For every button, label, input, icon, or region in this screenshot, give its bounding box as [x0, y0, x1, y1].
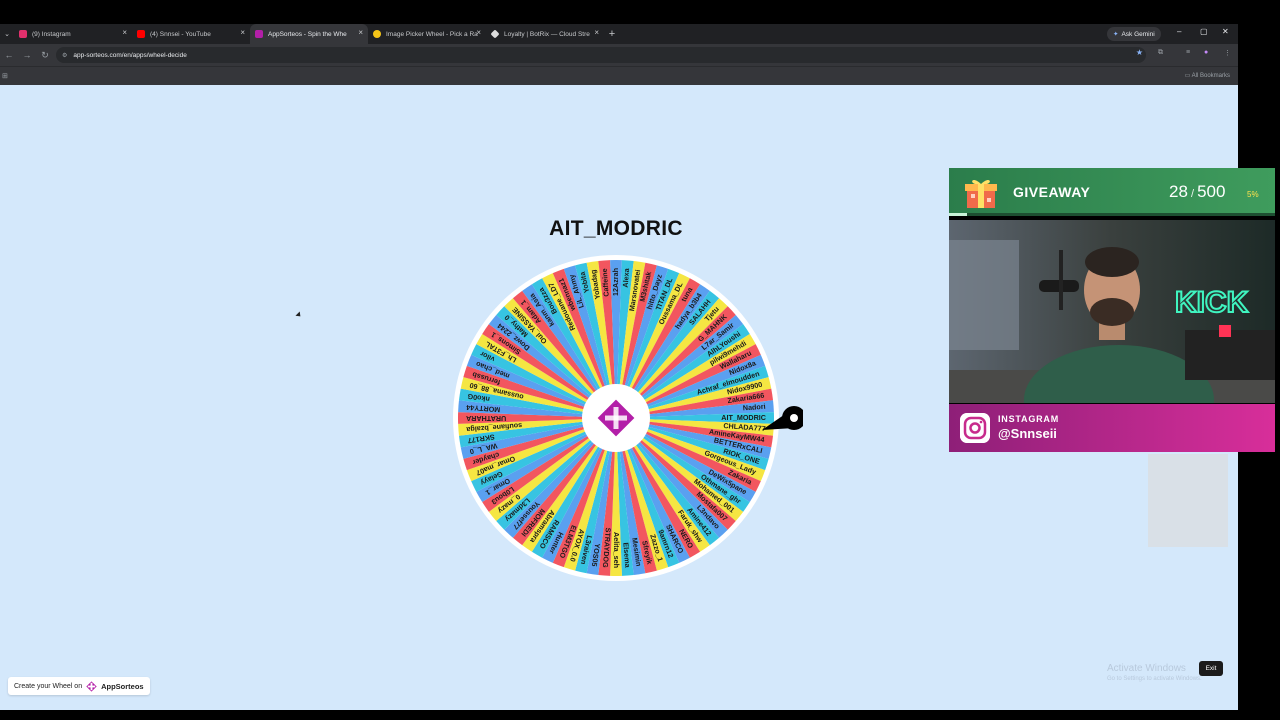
kick-neon-sign: KICK [1175, 286, 1249, 319]
mouse-cursor-icon [295, 311, 303, 319]
create-wheel-text: Create your Wheel on [14, 682, 83, 690]
tab-botrix[interactable]: Loyalty | BotRix — Cloud Stre × [486, 24, 604, 44]
url-text: app-sorteos.com/en/apps/wheel-decide [73, 51, 187, 59]
giveaway-overlay: GIVEAWAY 28 / 500 5% KICK INSTAGRAM @Snn… [949, 168, 1275, 452]
giveaway-progress-fill [949, 213, 968, 216]
instagram-icon [960, 413, 990, 443]
screen: ⌄ (9) Instagram × (4) Snnsei - YouTube ×… [0, 0, 1280, 720]
image-picker-favicon-icon [373, 30, 381, 38]
wheel-entry-label: Nadori [742, 402, 765, 413]
spin-wheel[interactable]: MesiminElsemaAelita_sehSTRAYDOGYOS05L3ra… [453, 255, 803, 585]
instagram-label: INSTAGRAM [998, 414, 1060, 424]
close-window-icon[interactable]: ✕ [1222, 27, 1229, 36]
create-wheel-badge[interactable]: Create your Wheel on AppSorteos [8, 677, 150, 695]
tab-label: AppSorteos - Spin the Whe [268, 30, 347, 38]
instagram-handle: @Snnseii [998, 426, 1057, 441]
tab-close-icon[interactable]: × [240, 28, 245, 37]
tab-close-icon[interactable]: × [122, 28, 127, 37]
all-bookmarks-label: All Bookmarks [1191, 73, 1230, 79]
extensions-icon[interactable]: ⧉ [1158, 49, 1163, 57]
exit-button[interactable]: Exit [1199, 661, 1223, 676]
giveaway-count: 28 / 500 [1169, 182, 1225, 202]
apps-grid-icon[interactable]: ⊞ [2, 72, 8, 80]
forward-icon[interactable]: → [18, 50, 36, 60]
profile-icon[interactable]: ● [1204, 49, 1208, 56]
appsorteos-brand: AppSorteos [101, 681, 144, 691]
tab-label: Loyalty | BotRix — Cloud Stre [504, 30, 590, 38]
address-bar[interactable]: ⚙ app-sorteos.com/en/apps/wheel-decide [56, 47, 1146, 63]
new-tab-button[interactable]: + [604, 28, 620, 40]
bookmarks-bar: ⊞ ▭ All Bookmarks [0, 66, 1238, 85]
instagram-favicon-icon [19, 30, 27, 38]
appsorteos-favicon-icon [255, 30, 263, 38]
reload-icon[interactable]: ↻ [36, 50, 54, 61]
tab-appsorteos[interactable]: AppSorteos - Spin the Whe × [250, 24, 368, 44]
giveaway-separator: / [1187, 188, 1198, 200]
all-bookmarks-folder[interactable]: ▭ All Bookmarks [1185, 72, 1230, 79]
maximize-icon[interactable]: ▢ [1200, 27, 1208, 36]
giveaway-percent: 5% [1247, 190, 1259, 199]
browser-toolbar: ← → ↻ ⚙ app-sorteos.com/en/apps/wheel-de… [0, 44, 1238, 66]
menu-icon[interactable]: ⋮ [1224, 49, 1231, 57]
giveaway-current: 28 [1169, 182, 1188, 201]
webcam-feed: KICK [949, 220, 1275, 403]
site-info-icon[interactable]: ⚙ [62, 52, 67, 59]
tab-instagram[interactable]: (9) Instagram × [14, 24, 132, 44]
overlay-placeholder [1148, 454, 1228, 547]
wheel-entry-label: Alexa [621, 267, 631, 288]
wheel-logo-cross [605, 415, 627, 421]
appsorteos-logo-icon [86, 680, 97, 692]
tab-close-icon[interactable]: × [476, 28, 481, 37]
tab-label: Image Picker Wheel - Pick a Ra [386, 30, 478, 38]
gemini-sparkle-icon: ✦ [1113, 31, 1119, 38]
tab-close-icon[interactable]: × [594, 28, 599, 37]
ask-gemini-button[interactable]: ✦ Ask Gemini [1107, 27, 1161, 41]
wheel-entry-label: Aelita_seh [612, 532, 621, 568]
giveaway-progress-bar [949, 213, 1275, 216]
instagram-bar: INSTAGRAM @Snnseii [949, 404, 1275, 452]
wheel-entry-label: 12Azrah [611, 268, 620, 296]
tab-image-picker[interactable]: Image Picker Wheel - Pick a Ra × [368, 24, 486, 44]
ask-gemini-label: Ask Gemini [1121, 30, 1155, 38]
botrix-favicon-icon [490, 29, 500, 39]
giveaway-total: 500 [1197, 182, 1226, 201]
activate-windows-title: Activate Windows [1107, 663, 1186, 674]
tab-label: (4) Snnsei - YouTube [150, 30, 211, 38]
activate-windows-subtitle: Go to Settings to activate Windows. [1107, 676, 1202, 682]
media-icon[interactable]: ≡ [1186, 49, 1190, 56]
giveaway-header: GIVEAWAY 28 / 500 5% [949, 168, 1275, 216]
youtube-favicon-icon [137, 30, 145, 38]
tab-bar: ⌄ (9) Instagram × (4) Snnsei - YouTube ×… [0, 24, 1238, 44]
minimize-icon[interactable]: – [1177, 27, 1181, 36]
bookmark-star-icon[interactable]: ★ [1136, 48, 1143, 57]
tab-close-icon[interactable]: × [358, 28, 363, 37]
wheel-entry-label: URATHARA [466, 414, 506, 423]
giveaway-title: GIVEAWAY [1013, 184, 1091, 200]
back-icon[interactable]: ← [0, 50, 18, 60]
wheel-pointer-dot [790, 414, 798, 422]
gift-icon [965, 179, 997, 208]
browser-chrome: ⌄ (9) Instagram × (4) Snnsei - YouTube ×… [0, 24, 1238, 85]
tab-youtube[interactable]: (4) Snnsei - YouTube × [132, 24, 250, 44]
tab-search-icon[interactable]: ⌄ [0, 30, 14, 38]
tab-label: (9) Instagram [32, 30, 71, 38]
